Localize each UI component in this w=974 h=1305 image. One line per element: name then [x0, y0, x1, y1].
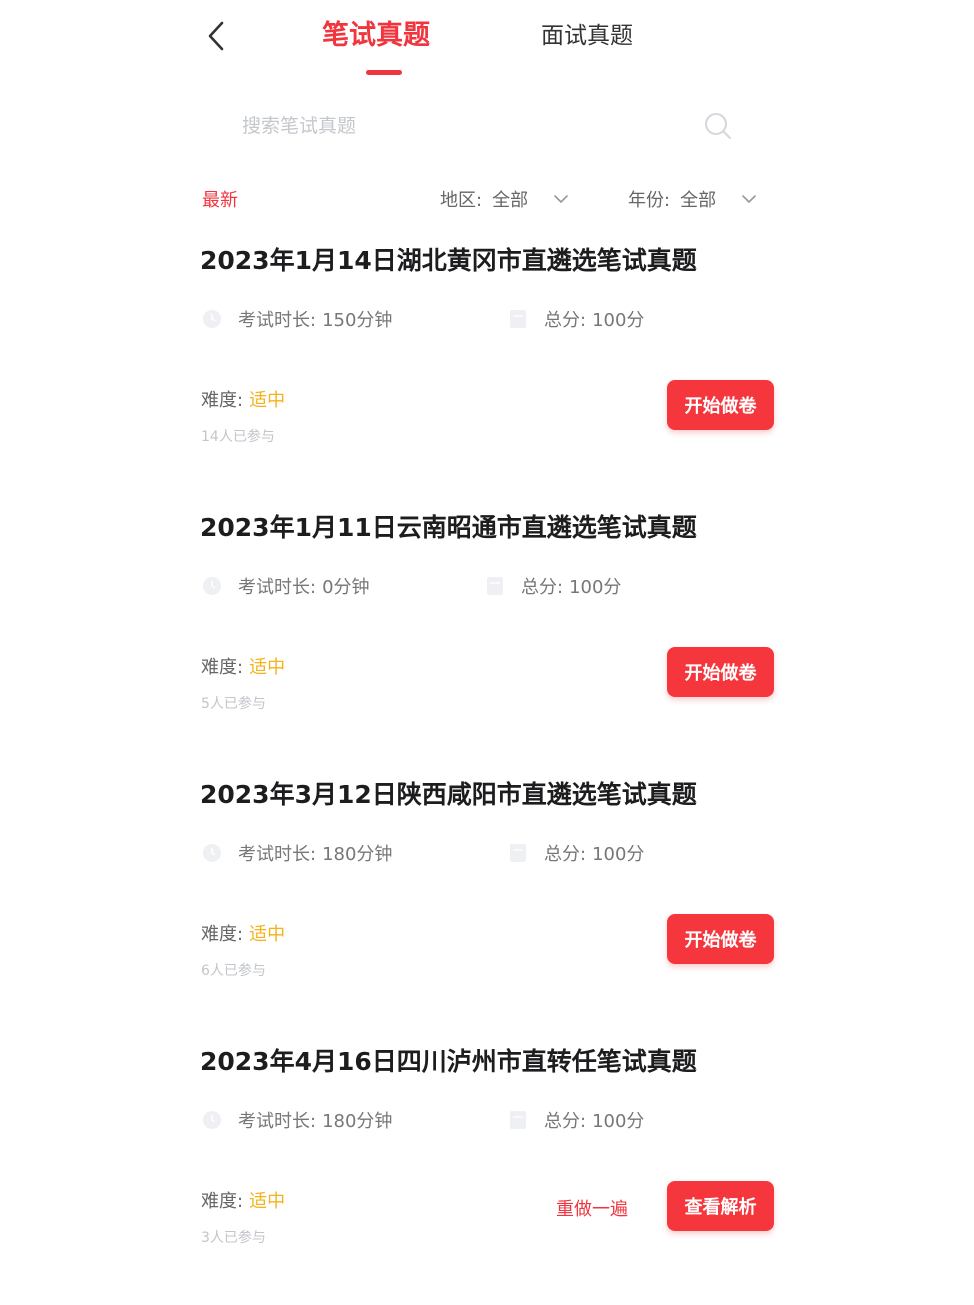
duration-label: 考试时长: — [238, 310, 317, 331]
chevron-left-icon — [208, 21, 224, 51]
exam-list-page: 笔试真题 面试真题 最新 地区: 全部 年份: 全部 2023年1月14日湖北黄… — [0, 0, 974, 1269]
exam-score: 总分: 100分 — [485, 573, 621, 599]
difficulty-value: 适中 — [249, 657, 286, 678]
duration-label: 考试时长: — [238, 844, 317, 865]
document-icon — [508, 1110, 528, 1130]
exam-difficulty: 难度: 适中 — [201, 653, 285, 679]
score-value: 100分 — [592, 310, 645, 331]
duration-value: 150分钟 — [322, 310, 393, 331]
exam-title[interactable]: 2023年1月14日湖北黄冈市直遴选笔试真题 — [200, 244, 697, 278]
region-filter[interactable]: 地区: 全部 — [440, 186, 568, 212]
exam-duration: 考试时长: 0分钟 — [202, 573, 370, 599]
difficulty-value: 适中 — [249, 390, 286, 411]
tab-written-exams[interactable]: 笔试真题 — [322, 18, 430, 54]
exam-card: 2023年1月11日云南昭通市直遴选笔试真题 考试时长: 0分钟 总分: 100… — [0, 511, 974, 771]
exam-duration: 考试时长: 180分钟 — [202, 840, 392, 866]
duration-value: 0分钟 — [322, 577, 370, 598]
search-icon — [705, 113, 731, 139]
difficulty-value: 适中 — [249, 924, 286, 945]
region-filter-label: 地区: — [440, 190, 483, 211]
clock-icon — [202, 843, 222, 863]
exam-score: 总分: 100分 — [508, 840, 644, 866]
difficulty-label: 难度: — [201, 657, 244, 678]
start-exam-button[interactable]: 开始做卷 — [667, 647, 774, 697]
exam-score: 总分: 100分 — [508, 306, 644, 332]
document-icon — [508, 309, 528, 329]
redo-exam-button[interactable]: 重做一遍 — [556, 1195, 628, 1221]
active-tab-indicator — [366, 70, 402, 75]
search-input[interactable] — [240, 104, 684, 148]
year-filter-label: 年份: — [628, 190, 671, 211]
region-filter-value: 全部 — [492, 190, 529, 211]
document-icon — [485, 576, 505, 596]
search-bar — [232, 104, 742, 148]
chevron-down-icon — [554, 194, 568, 204]
clock-icon — [202, 1110, 222, 1130]
participant-count: 3人已参与 — [201, 1230, 266, 1246]
start-exam-button[interactable]: 开始做卷 — [667, 380, 774, 430]
clock-icon — [202, 576, 222, 596]
exam-title[interactable]: 2023年3月12日陕西咸阳市直遴选笔试真题 — [200, 778, 697, 812]
participant-count: 6人已参与 — [201, 963, 266, 979]
duration-value: 180分钟 — [322, 1111, 393, 1132]
score-label: 总分: — [544, 844, 587, 865]
year-filter-value: 全部 — [680, 190, 717, 211]
difficulty-label: 难度: — [201, 1191, 244, 1212]
difficulty-label: 难度: — [201, 390, 244, 411]
view-analysis-button[interactable]: 查看解析 — [667, 1181, 774, 1231]
tab-interview-exams[interactable]: 面试真题 — [541, 18, 633, 54]
score-label: 总分: — [544, 1111, 587, 1132]
sort-latest[interactable]: 最新 — [202, 186, 238, 212]
participant-count: 14人已参与 — [201, 429, 275, 445]
document-icon — [508, 843, 528, 863]
exam-duration: 考试时长: 180分钟 — [202, 1107, 392, 1133]
start-exam-button[interactable]: 开始做卷 — [667, 914, 774, 964]
exam-difficulty: 难度: 适中 — [201, 386, 285, 412]
exam-card: 2023年4月16日四川泸州市直转任笔试真题 考试时长: 180分钟 总分: 1… — [0, 1045, 974, 1305]
exam-title[interactable]: 2023年1月11日云南昭通市直遴选笔试真题 — [200, 511, 697, 545]
exam-card: 2023年3月12日陕西咸阳市直遴选笔试真题 考试时长: 180分钟 总分: 1… — [0, 778, 974, 1038]
exam-score: 总分: 100分 — [508, 1107, 644, 1133]
score-label: 总分: — [544, 310, 587, 331]
score-value: 100分 — [592, 1111, 645, 1132]
exam-difficulty: 难度: 适中 — [201, 920, 285, 946]
chevron-down-icon — [742, 194, 756, 204]
score-label: 总分: — [521, 577, 564, 598]
duration-label: 考试时长: — [238, 577, 317, 598]
exam-duration: 考试时长: 150分钟 — [202, 306, 392, 332]
duration-label: 考试时长: — [238, 1111, 317, 1132]
back-button[interactable] — [196, 14, 236, 58]
participant-count: 5人已参与 — [201, 696, 266, 712]
score-value: 100分 — [592, 844, 645, 865]
difficulty-label: 难度: — [201, 924, 244, 945]
exam-card: 2023年1月14日湖北黄冈市直遴选笔试真题 考试时长: 150分钟 总分: 1… — [0, 244, 974, 504]
exam-difficulty: 难度: 适中 — [201, 1187, 285, 1213]
difficulty-value: 适中 — [249, 1191, 286, 1212]
year-filter[interactable]: 年份: 全部 — [628, 186, 756, 212]
search-button[interactable] — [702, 110, 734, 142]
exam-title[interactable]: 2023年4月16日四川泸州市直转任笔试真题 — [200, 1045, 697, 1079]
score-value: 100分 — [569, 577, 622, 598]
clock-icon — [202, 309, 222, 329]
duration-value: 180分钟 — [322, 844, 393, 865]
